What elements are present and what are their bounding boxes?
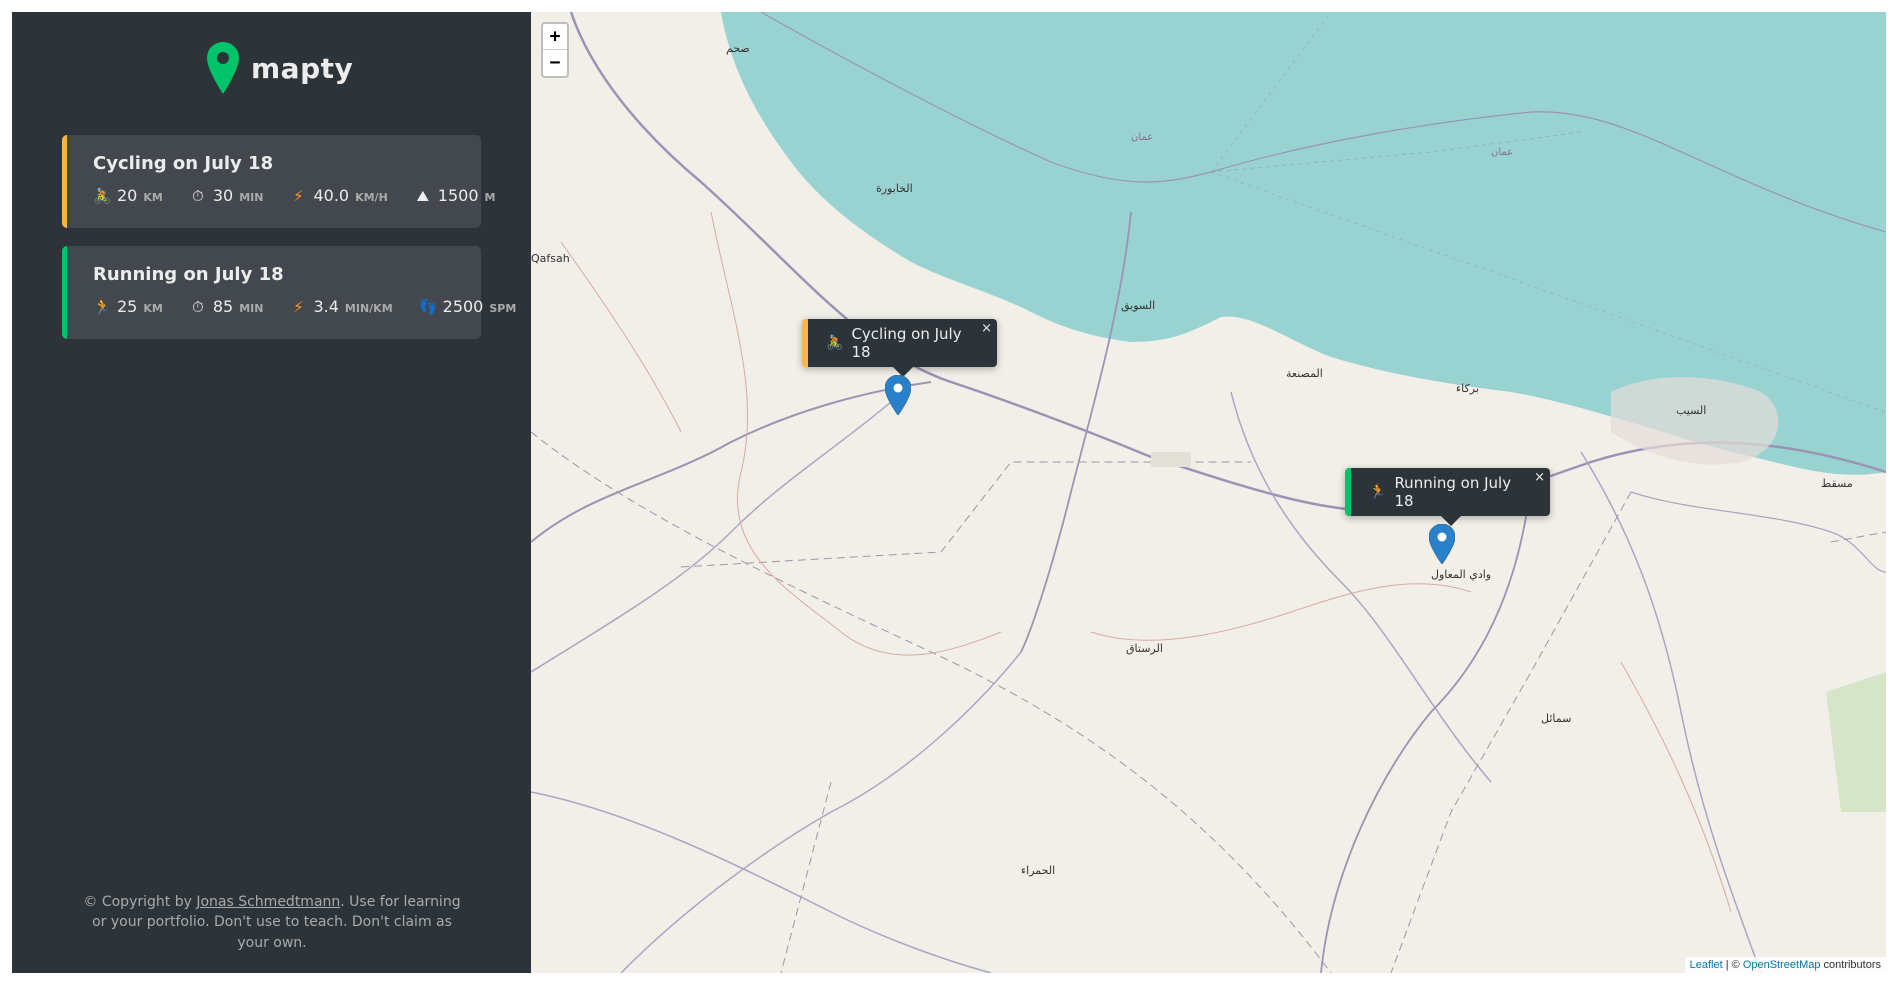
attribution-suffix: contributors [1820,959,1881,971]
pace-unit: MIN/KM [344,302,393,315]
popup-close-button[interactable]: × [1534,470,1545,485]
place-label: الرستاق [1126,642,1163,655]
duration-value: 30 [212,186,234,205]
logo: mapty [207,42,353,94]
cadence-value: 2500 [442,297,484,316]
workout-speed: ⚡ 40.0 KM/H [289,186,388,205]
popup-label: Cycling on July 18 [851,325,962,361]
place-label: السويق [1121,299,1156,312]
distance-value: 25 [117,297,138,316]
osm-link[interactable]: OpenStreetMap [1743,959,1821,971]
workout-card-cycling[interactable]: Cycling on July 18 🚴 20 KM ⏱ 30 MIN ⚡ 40… [62,135,495,228]
workout-cadence: 👣 2500 SPM [419,297,517,316]
workout-title: Running on July 18 [93,264,284,285]
workout-popup-cycling[interactable]: 🚴 Cycling on July 18 × [802,319,997,377]
map-tiles [531,12,1886,973]
author-link[interactable]: Jonas Schmedtmann [196,894,340,910]
place-label: عمان [1131,132,1154,143]
runner-icon: 🏃 [1369,484,1387,500]
workout-pace: ⚡ 3.4 MIN/KM [289,297,392,316]
app-name: mapty [251,51,354,85]
leaflet-link[interactable]: Leaflet [1690,959,1723,971]
elevation-value: 1500 [437,186,479,205]
popup-close-button[interactable]: × [981,321,992,336]
workout-elevation: ⛰ 1500 M [414,186,496,205]
workout-title: Cycling on July 18 [93,153,274,174]
stopwatch-icon: ⏱ [191,187,204,205]
duration-unit: MIN [239,302,264,315]
duration-unit: MIN [239,191,264,204]
lightning-icon: ⚡ [293,187,304,205]
place-label: مسقط [1821,477,1853,490]
copyright-prefix: © Copyright by [83,894,197,910]
footprint-icon: 👣 [418,298,438,316]
bicycle-icon: 🚴 [826,335,844,351]
place-label: سمائل [1541,712,1572,725]
popup-label: Running on July 18 [1394,474,1512,510]
cadence-unit: SPM [489,302,517,315]
map-pin-logo-icon [207,42,239,94]
workout-details: 🚴 20 KM ⏱ 30 MIN ⚡ 40.0 KM/H ⛰ 1500 M [93,186,495,205]
zoom-in-button[interactable]: + [543,24,567,50]
place-label: بركاء [1456,382,1479,395]
zoom-out-button[interactable]: − [543,50,567,76]
place-label: السيب [1676,404,1707,417]
workout-distance: 🚴 20 KM [93,186,163,205]
lightning-icon: ⚡ [293,298,304,316]
map[interactable]: Qafsah السويق المصنعة بركاء السيب الرستا… [531,12,1886,973]
copyright: © Copyright by Jonas Schmedtmann. Use fo… [82,892,462,953]
place-label: الخابورة [876,182,913,195]
sidebar: mapty Cycling on July 18 🚴 20 KM ⏱ 30 MI… [12,12,531,973]
place-label: عمان [1491,147,1514,158]
map-attribution: Leaflet | © OpenStreetMap contributors [1684,957,1886,973]
map-marker-icon[interactable] [1429,524,1455,564]
place-label: المصنعة [1286,367,1323,380]
map-marker-icon[interactable] [885,375,911,415]
distance-value: 20 [117,186,138,205]
mountain-icon: ⛰ [416,187,430,205]
place-label: وادي المعاول [1431,568,1492,581]
attribution-separator: | © [1722,959,1743,971]
duration-value: 85 [212,297,234,316]
speed-value: 40.0 [313,186,350,205]
bicycle-icon: 🚴 [93,187,112,205]
distance-unit: KM [143,191,163,204]
workout-duration: ⏱ 30 MIN [189,186,264,205]
place-label: Qafsah [531,252,570,265]
runner-icon: 🏃 [93,298,112,316]
workout-details: 🏃 25 KM ⏱ 85 MIN ⚡ 3.4 MIN/KM 👣 2500 SPM [93,297,516,316]
app-frame: mapty Cycling on July 18 🚴 20 KM ⏱ 30 MI… [12,12,1886,973]
place-label: صحم [726,42,750,55]
workout-card-running[interactable]: Running on July 18 🏃 25 KM ⏱ 85 MIN ⚡ 3.… [62,246,516,339]
pace-value: 3.4 [313,297,339,316]
elevation-unit: M [484,191,496,204]
distance-unit: KM [143,302,163,315]
speed-unit: KM/H [355,191,388,204]
workout-distance: 🏃 25 KM [93,297,163,316]
stopwatch-icon: ⏱ [191,298,204,316]
place-label: الحمراء [1021,864,1056,877]
workout-duration: ⏱ 85 MIN [189,297,264,316]
zoom-control: + − [541,22,569,78]
workout-popup-running[interactable]: 🏃 Running on July 18 × [1345,468,1550,526]
